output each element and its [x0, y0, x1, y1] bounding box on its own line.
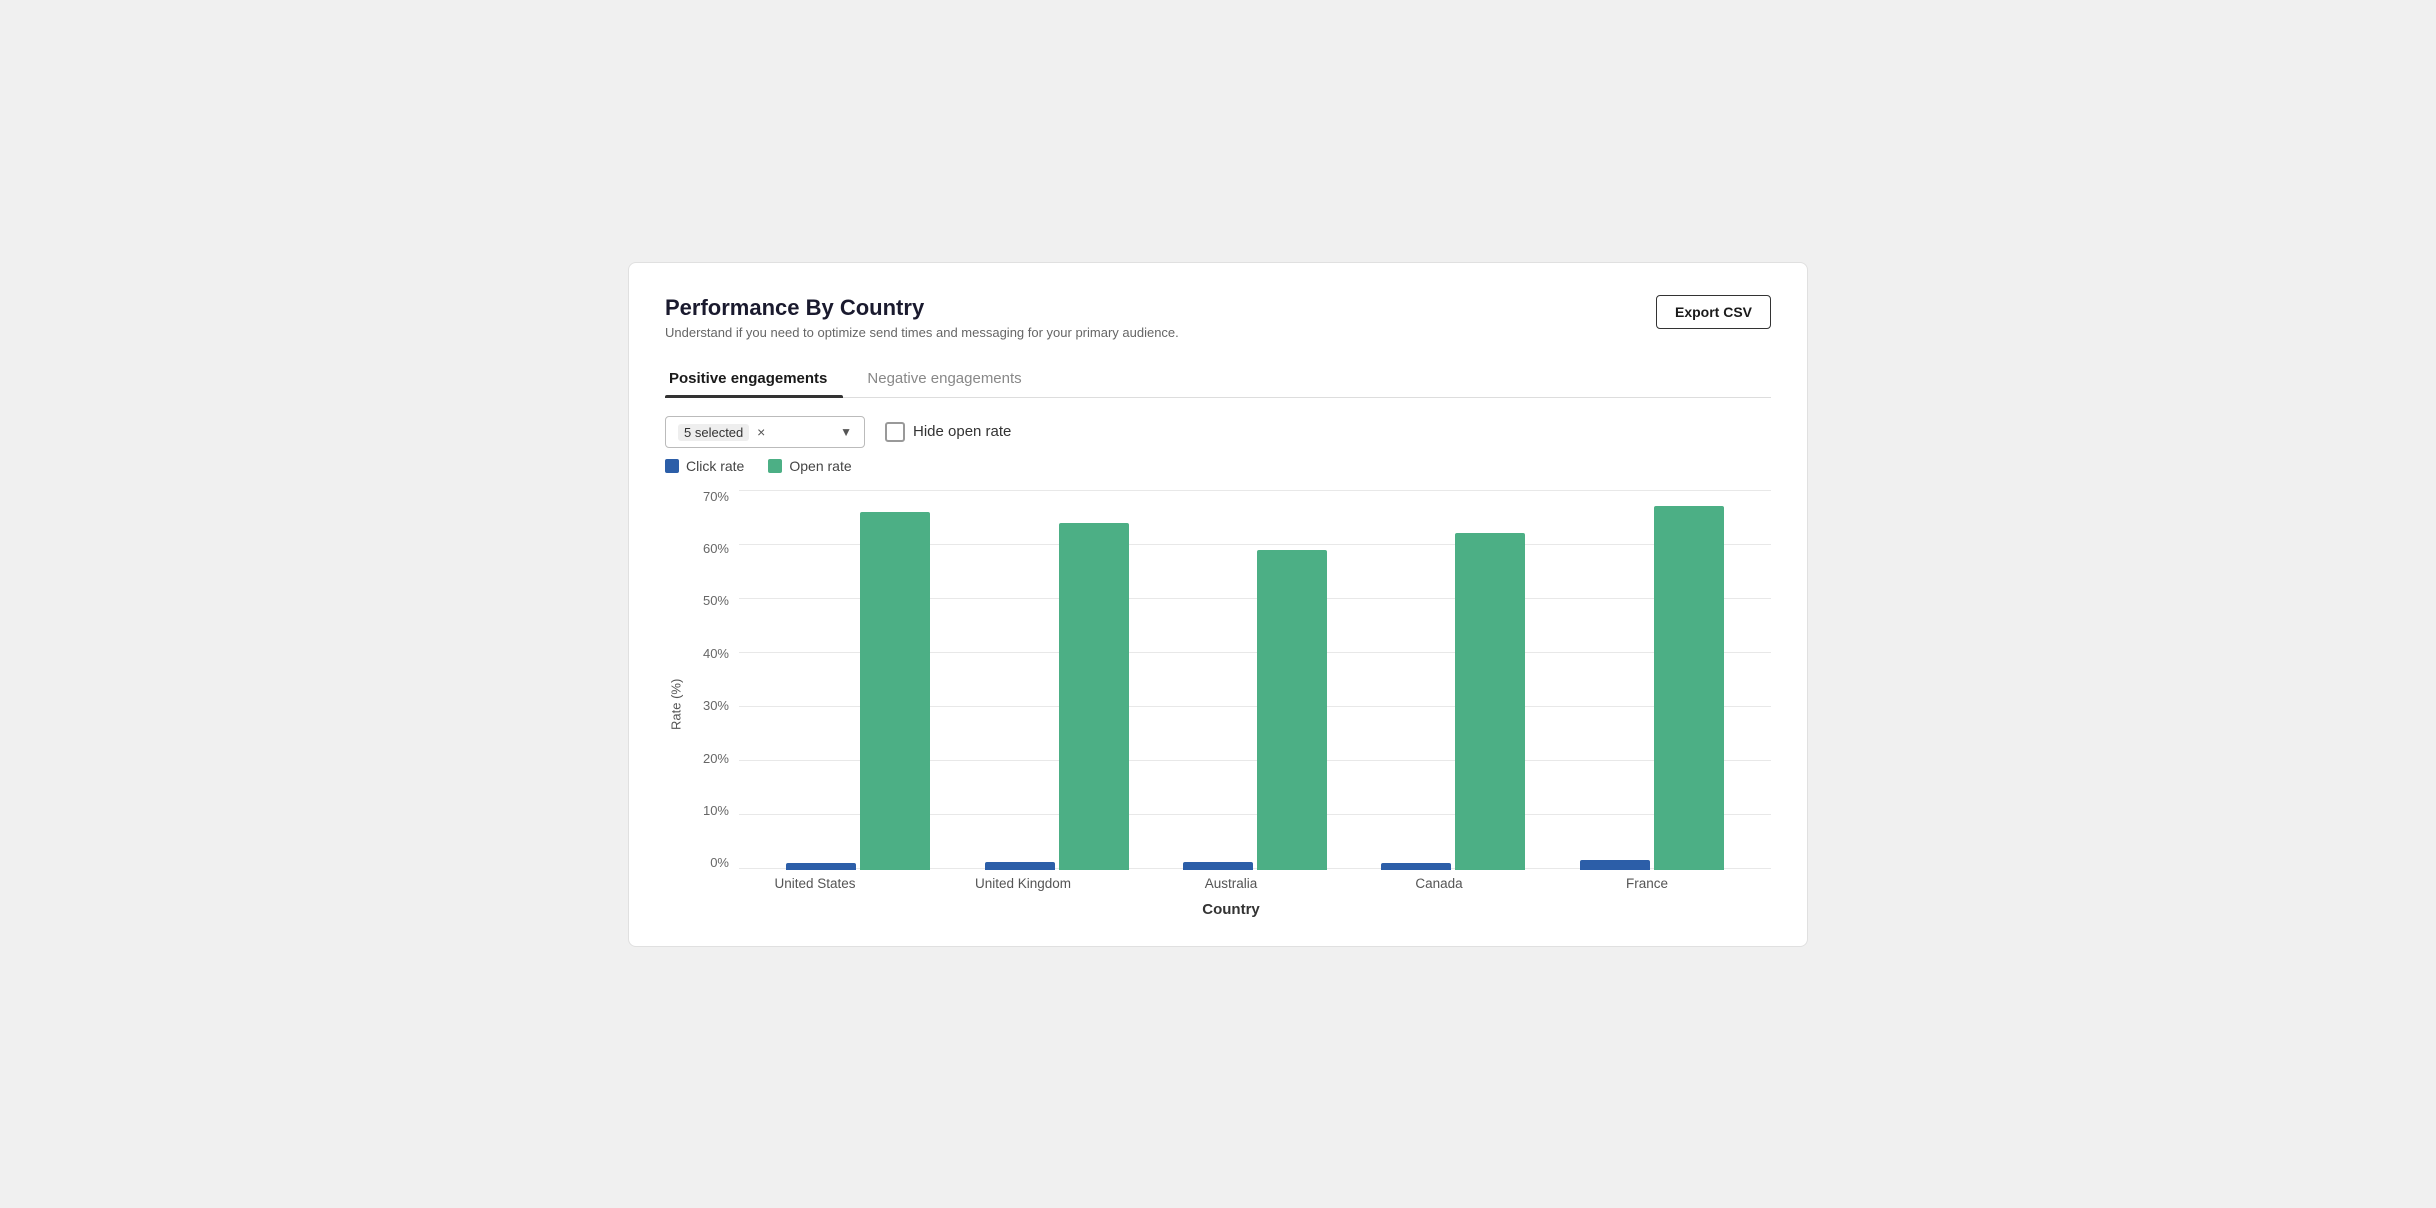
chart-inner: 0%10%20%30%40%50%60%70% United StatesUni…: [691, 490, 1771, 918]
open-rate-bar: [1455, 533, 1525, 870]
open-rate-bar: [1654, 506, 1724, 870]
bar-pair: [985, 523, 1129, 870]
open-rate-color-swatch: [768, 459, 782, 473]
chart-area: 0% 10% 20% 30% 40% 50% 60% 70%: [691, 490, 1771, 870]
x-axis: United States United Kingdom Australia Cana…: [691, 876, 1771, 891]
y-tick: 70%: [703, 490, 729, 503]
click-rate-bar: [985, 862, 1055, 870]
legend-open-rate: Open rate: [768, 458, 851, 474]
y-tick: 50%: [703, 594, 729, 607]
x-tick: Australia: [1181, 876, 1281, 891]
title-section: Performance By Country Understand if you…: [665, 295, 1179, 340]
legend-click-rate: Click rate: [665, 458, 744, 474]
tabs-row: Positive engagements Negative engagement…: [665, 362, 1771, 398]
bars-and-grid: [739, 490, 1771, 870]
tab-negative-engagements[interactable]: Negative engagements: [863, 362, 1037, 397]
bar-group: [1381, 533, 1525, 870]
bar-group: [985, 523, 1129, 870]
bars-row: [739, 490, 1771, 870]
open-rate-bar: [860, 512, 930, 870]
export-csv-button[interactable]: Export CSV: [1656, 295, 1771, 329]
click-rate-bar: [1183, 862, 1253, 870]
page-subtitle: Understand if you need to optimize send …: [665, 325, 1179, 340]
open-rate-bar: [1257, 550, 1327, 870]
y-tick: 20%: [703, 752, 729, 765]
click-rate-color-swatch: [665, 459, 679, 473]
x-tick: United States: [765, 876, 865, 891]
click-rate-bar: [1580, 860, 1650, 870]
hide-open-rate-checkbox[interactable]: [885, 422, 905, 442]
bar-group: [1580, 506, 1724, 870]
x-tick: United Kingdom: [973, 876, 1073, 891]
x-axis-label: Country: [691, 901, 1771, 918]
performance-by-country-card: Performance By Country Understand if you…: [628, 262, 1808, 947]
chart-wrapper: Rate (%) 0% 10% 20% 30% 40% 50% 60% 70% United …: [665, 490, 1771, 918]
tab-positive-engagements[interactable]: Positive engagements: [665, 362, 843, 397]
header-row: Performance By Country Understand if you…: [665, 295, 1771, 340]
country-selector-dropdown[interactable]: 5 selected × ▼: [665, 416, 865, 448]
clear-selection-icon[interactable]: ×: [757, 424, 765, 440]
x-tick: France: [1597, 876, 1697, 891]
chevron-down-icon: ▼: [840, 425, 852, 439]
bar-group: [1183, 550, 1327, 870]
chart-legend: Click rate Open rate: [665, 458, 1771, 474]
y-tick: 10%: [703, 804, 729, 817]
badge-label: 5 selected: [678, 424, 749, 441]
click-rate-label: Click rate: [686, 458, 744, 474]
x-tick: Canada: [1389, 876, 1489, 891]
hide-open-rate-row: Hide open rate: [885, 422, 1011, 442]
bar-group: [786, 512, 930, 870]
page-title: Performance By Country: [665, 295, 1179, 321]
y-tick: 30%: [703, 699, 729, 712]
y-axis-label: Rate (%): [665, 490, 687, 918]
click-rate-bar: [1381, 863, 1451, 870]
bar-pair: [1580, 506, 1724, 870]
y-tick: 40%: [703, 647, 729, 660]
click-rate-bar: [786, 863, 856, 870]
controls-row: 5 selected × ▼ Hide open rate: [665, 416, 1771, 448]
hide-open-rate-label: Hide open rate: [913, 423, 1011, 440]
bar-pair: [786, 512, 930, 870]
selected-count-badge: 5 selected ×: [678, 424, 765, 440]
open-rate-label: Open rate: [789, 458, 851, 474]
open-rate-bar: [1059, 523, 1129, 870]
bar-pair: [1183, 550, 1327, 870]
y-tick: 60%: [703, 542, 729, 555]
y-tick: 0%: [710, 856, 729, 869]
y-axis: 0% 10% 20% 30% 40% 50% 60% 70%: [691, 490, 739, 870]
bar-pair: [1381, 533, 1525, 870]
